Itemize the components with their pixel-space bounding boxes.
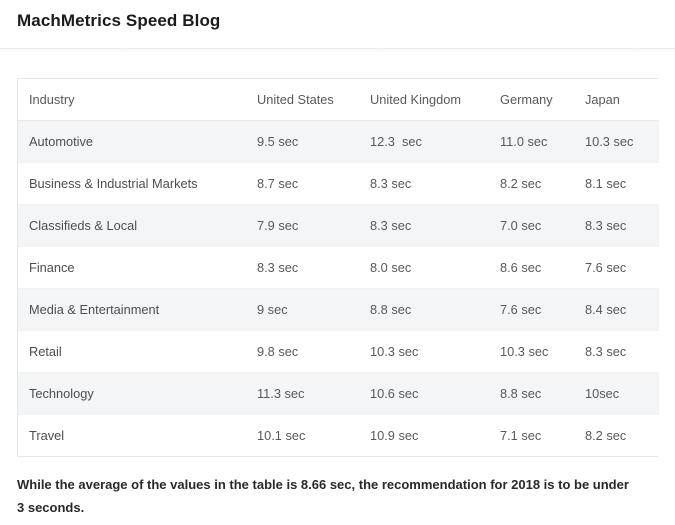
speed-table: Industry United States United Kingdom Ge… [18,79,659,456]
title-divider [0,49,675,53]
table-row: Business & Industrial Markets 8.7 sec 8.… [18,162,659,205]
cell-industry: Classifieds & Local [18,204,257,247]
column-header-japan: Japan [585,79,659,121]
cell-united-kingdom: 10.9 sec [370,414,500,456]
table-header-row: Industry United States United Kingdom Ge… [18,79,659,121]
cell-united-states: 9 sec [257,288,370,331]
cell-germany: 10.3 sec [500,330,585,373]
column-header-industry: Industry [18,79,257,121]
cell-united-kingdom: 8.8 sec [370,288,500,331]
table-body: Automotive 9.5 sec 12.3 sec 11.0 sec 10.… [18,120,659,456]
page-root: MachMetrics Speed Blog Industry United S… [0,0,675,525]
table-row: Technology 11.3 sec 10.6 sec 8.8 sec 10s… [18,372,659,415]
cell-japan: 8.2 sec [585,414,659,456]
page-title: MachMetrics Speed Blog [17,11,221,30]
table-row: Retail 9.8 sec 10.3 sec 10.3 sec 8.3 sec [18,330,659,373]
cell-germany: 7.1 sec [500,414,585,456]
table-row: Automotive 9.5 sec 12.3 sec 11.0 sec 10.… [18,120,659,163]
table-row: Media & Entertainment 9 sec 8.8 sec 7.6 … [18,288,659,331]
table-row: Travel 10.1 sec 10.9 sec 7.1 sec 8.2 sec [18,414,659,456]
cell-germany: 8.2 sec [500,162,585,205]
cell-united-states: 7.9 sec [257,204,370,247]
cell-united-states: 9.8 sec [257,330,370,373]
cell-united-kingdom: 8.3 sec [370,204,500,247]
cell-industry: Business & Industrial Markets [18,162,257,205]
cell-industry: Finance [18,246,257,289]
cell-japan: 8.1 sec [585,162,659,205]
speed-table-card: Industry United States United Kingdom Ge… [17,78,659,457]
cell-industry: Technology [18,372,257,415]
cell-japan: 7.6 sec [585,246,659,289]
cell-united-kingdom: 8.3 sec [370,162,500,205]
column-header-germany: Germany [500,79,585,121]
cell-united-kingdom: 8.0 sec [370,246,500,289]
cell-united-states: 8.3 sec [257,246,370,289]
cell-united-kingdom: 10.6 sec [370,372,500,415]
cell-united-states: 10.1 sec [257,414,370,456]
cell-united-kingdom: 10.3 sec [370,330,500,373]
table-row: Finance 8.3 sec 8.0 sec 8.6 sec 7.6 sec [18,246,659,289]
cell-japan: 8.4 sec [585,288,659,331]
cell-industry: Automotive [18,120,257,163]
column-header-united-kingdom: United Kingdom [370,79,500,121]
cell-japan: 8.3 sec [585,204,659,247]
table-header: Industry United States United Kingdom Ge… [18,79,659,121]
cell-united-states: 8.7 sec [257,162,370,205]
cell-industry: Retail [18,330,257,373]
table-row: Classifieds & Local 7.9 sec 8.3 sec 7.0 … [18,204,659,247]
cell-industry: Travel [18,414,257,456]
cell-japan: 8.3 sec [585,330,659,373]
title-bar: MachMetrics Speed Blog [0,0,675,49]
cell-united-kingdom: 12.3 sec [370,120,500,163]
cell-japan: 10sec [585,372,659,415]
cell-united-states: 11.3 sec [257,372,370,415]
cell-united-states: 9.5 sec [257,120,370,163]
cell-germany: 7.0 sec [500,204,585,247]
column-header-united-states: United States [257,79,370,121]
cell-germany: 11.0 sec [500,120,585,163]
footer-note: While the average of the values in the t… [17,477,629,515]
cell-germany: 8.8 sec [500,372,585,415]
cell-germany: 7.6 sec [500,288,585,331]
cell-japan: 10.3 sec [585,120,659,163]
cell-germany: 8.6 sec [500,246,585,289]
cell-industry: Media & Entertainment [18,288,257,331]
